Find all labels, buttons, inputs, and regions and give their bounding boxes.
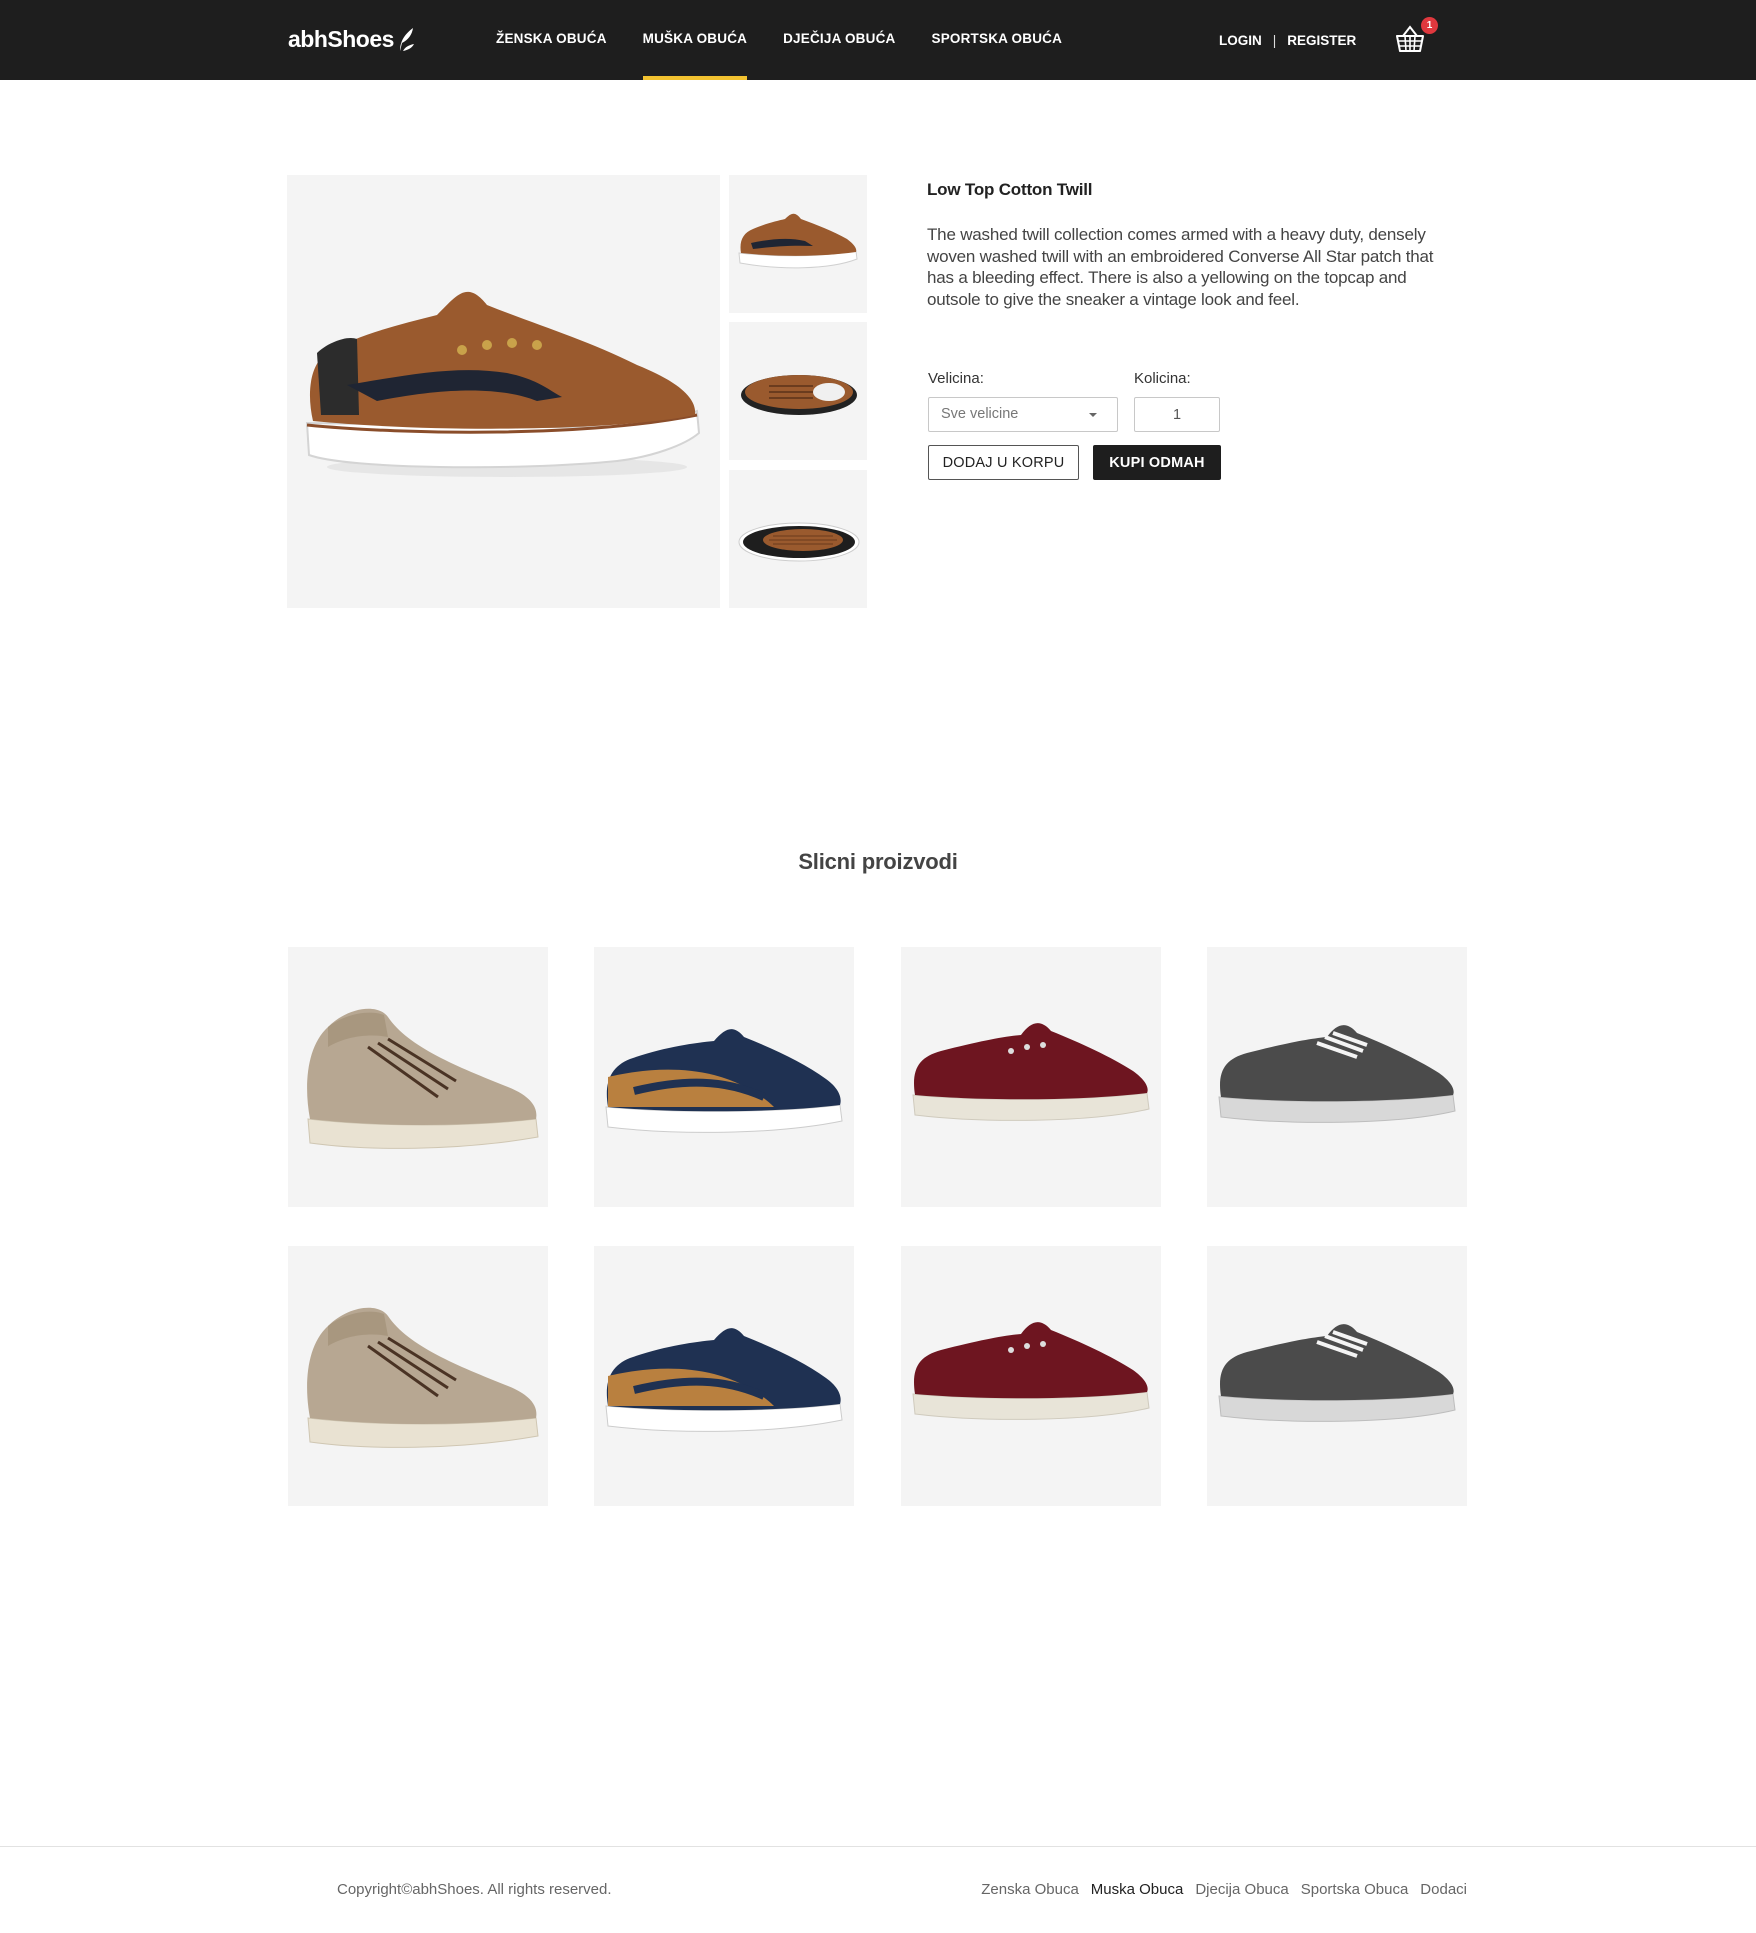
product-thumbnail-side[interactable] — [729, 175, 867, 313]
grey-sneaker-image — [1218, 1025, 1456, 1123]
footer-link-zenska-obuca[interactable]: Zenska Obuca — [981, 1881, 1079, 1898]
auth-separator: | — [1272, 32, 1277, 48]
similar-product-card[interactable] — [288, 1246, 548, 1506]
navy-tan-sneaker-image — [605, 1029, 843, 1133]
size-select[interactable]: Sve velicine — [928, 397, 1118, 432]
cart-count-badge: 1 — [1421, 17, 1438, 34]
brand-name: abhShoes — [288, 25, 394, 52]
footer-link-sportska-obuca[interactable]: Sportska Obuca — [1301, 1881, 1409, 1898]
footer-divider — [0, 1846, 1756, 1847]
product-info: Low Top Cotton Twill The washed twill co… — [927, 180, 1437, 310]
nav-item-sportska-obuca[interactable]: SPORTSKA OBUĆA — [915, 0, 1078, 80]
similar-product-card[interactable] — [901, 947, 1161, 1207]
size-label: Velicina: — [928, 370, 984, 387]
similar-product-card[interactable] — [288, 947, 548, 1207]
brown-sneaker-side-image — [305, 291, 701, 477]
nav-item-zenska-obuca[interactable]: ŽENSKA OBUĆA — [480, 0, 623, 80]
footer-nav: Zenska Obuca Muska Obuca Djecija Obuca S… — [969, 1881, 1467, 1898]
product-description: The washed twill collection comes armed … — [927, 225, 1434, 309]
footer-link-dodaci[interactable]: Dodaci — [1420, 1881, 1467, 1898]
grey-sneaker-image — [1218, 1324, 1456, 1422]
brown-sneaker-thumb-sole — [738, 522, 860, 562]
similar-product-card[interactable] — [901, 1246, 1161, 1506]
similar-product-card[interactable] — [594, 1246, 854, 1506]
similar-product-card[interactable] — [1207, 947, 1467, 1207]
product-thumbnail-sole[interactable] — [729, 470, 867, 608]
navy-tan-sneaker-image — [605, 1328, 843, 1432]
beige-high-top-sneaker-image — [307, 1307, 539, 1448]
copyright-text: Copyright©abhShoes. All rights reserved. — [337, 1881, 612, 1898]
footer-link-djecija-obuca[interactable]: Djecija Obuca — [1195, 1881, 1288, 1898]
nav-item-muska-obuca[interactable]: MUŠKA OBUĆA — [627, 0, 763, 80]
size-select-value: Sve velicine — [941, 406, 1019, 422]
main-nav: ŽENSKA OBUĆA MUŠKA OBUĆA DJEČIJA OBUĆA S… — [480, 0, 1082, 80]
login-link[interactable]: LOGIN — [1219, 33, 1262, 48]
brown-sneaker-thumb-side — [738, 213, 858, 269]
product-main-image[interactable] — [287, 175, 720, 608]
top-navbar: abhShoes ŽENSKA OBUĆA MUŠKA OBUĆA DJEČIJ… — [0, 0, 1756, 80]
similar-product-card[interactable] — [594, 947, 854, 1207]
add-to-cart-button[interactable]: DODAJ U KORPU — [928, 445, 1079, 480]
burgundy-sneaker-image — [912, 1023, 1150, 1121]
nav-item-djecija-obuca[interactable]: DJEČIJA OBUĆA — [767, 0, 911, 80]
leaf-icon — [399, 28, 414, 51]
buy-now-button[interactable]: KUPI ODMAH — [1093, 445, 1221, 480]
beige-high-top-sneaker-image — [307, 1008, 539, 1149]
brown-sneaker-thumb-top — [741, 375, 857, 415]
quantity-input[interactable] — [1134, 397, 1220, 432]
caret-down-icon — [1089, 413, 1097, 417]
register-link[interactable]: REGISTER — [1287, 33, 1356, 48]
burgundy-sneaker-image — [912, 1322, 1150, 1420]
brand-logo[interactable]: abhShoes — [288, 22, 416, 56]
similar-product-card[interactable] — [1207, 1246, 1467, 1506]
quantity-label: Kolicina: — [1134, 370, 1191, 387]
product-thumbnail-top[interactable] — [729, 322, 867, 460]
footer-link-muska-obuca[interactable]: Muska Obuca — [1091, 1881, 1184, 1898]
product-title: Low Top Cotton Twill — [927, 180, 1093, 199]
similar-products-title: Slicni proizvodi — [798, 849, 958, 874]
auth-links: LOGIN | REGISTER — [1219, 0, 1356, 80]
